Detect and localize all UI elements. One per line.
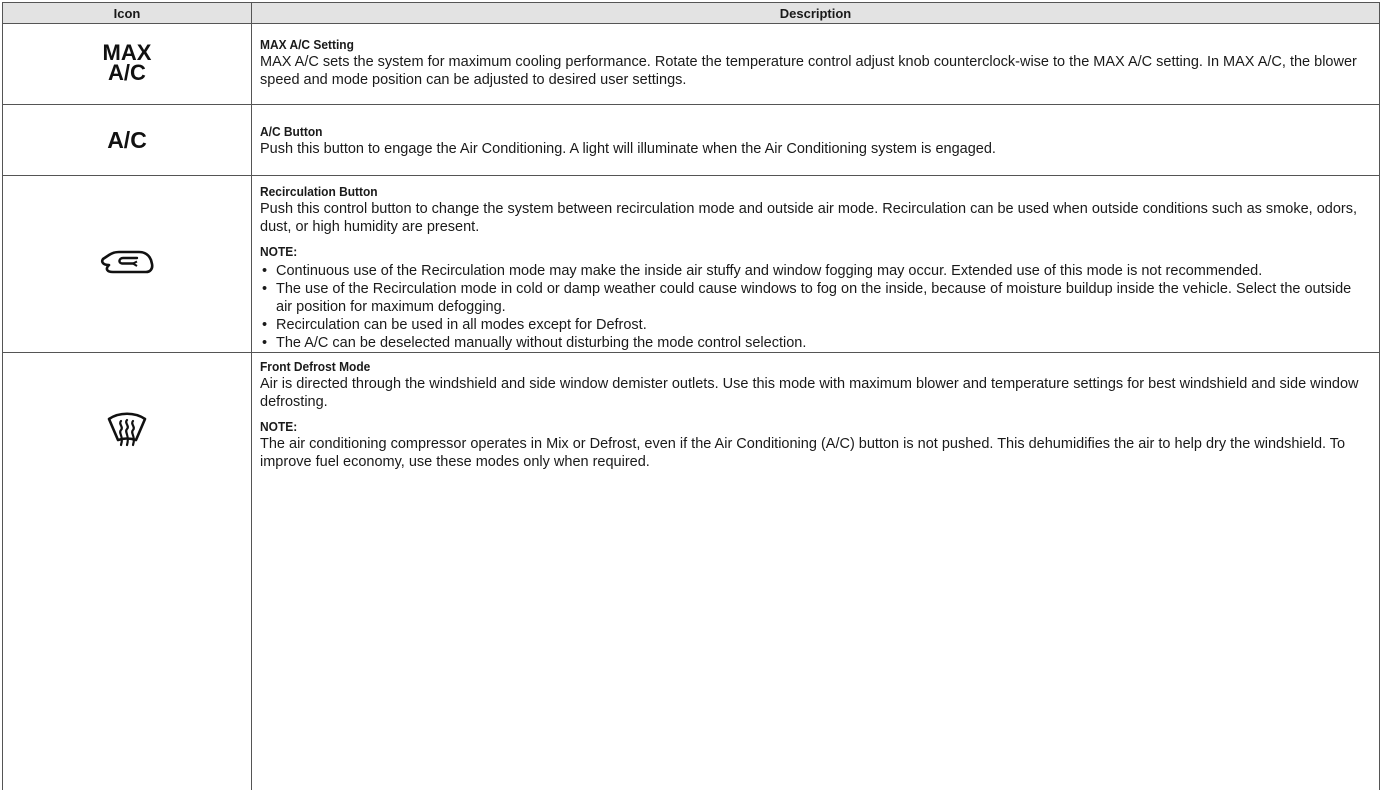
note-label: NOTE: [260, 244, 1280, 260]
table-row: MAX A/C MAX A/C Setting MAX A/C sets the… [3, 24, 1380, 105]
row-text: Air is directed through the windshield a… [260, 375, 1369, 411]
manual-page: Icon Description MAX A/C MAX A/C Setting… [0, 0, 1382, 714]
row-title: Recirculation Button [260, 184, 1280, 200]
row-text: MAX A/C sets the system for maximum cool… [260, 53, 1369, 89]
table-row: A/C A/C Button Push this button to engag… [3, 105, 1380, 176]
note-bullets: Continuous use of the Recirculation mode… [260, 262, 1369, 352]
icon-cell [3, 353, 252, 790]
list-item: Recirculation can be used in all modes e… [260, 316, 1369, 334]
table-header-row: Icon Description [3, 3, 1380, 24]
row-text: Push this control button to change the s… [260, 200, 1369, 236]
icon-column-header: Icon [3, 3, 252, 24]
note-text: The air conditioning compressor operates… [260, 435, 1369, 471]
table-row: Recirculation Button Push this control b… [3, 176, 1380, 353]
recirculation-icon [99, 247, 155, 277]
row-title: MAX A/C Setting [260, 37, 1280, 53]
icon-cell [3, 176, 252, 353]
description-column-header: Description [252, 3, 1380, 24]
ac-icon: A/C [107, 127, 147, 154]
description-cell: Front Defrost Mode Air is directed throu… [252, 353, 1380, 790]
list-item: The A/C can be deselected manually witho… [260, 334, 1369, 352]
description-cell: MAX A/C Setting MAX A/C sets the system … [252, 24, 1380, 105]
icon-cell: A/C [3, 105, 252, 176]
description-cell: Recirculation Button Push this control b… [252, 176, 1380, 353]
row-text: Push this button to engage the Air Condi… [260, 140, 1369, 158]
icon-cell: MAX A/C [3, 24, 252, 105]
list-item: Continuous use of the Recirculation mode… [260, 262, 1369, 280]
row-title: Front Defrost Mode [260, 359, 1280, 375]
front-defrost-icon [105, 407, 149, 449]
table-row: Front Defrost Mode Air is directed throu… [3, 353, 1380, 790]
note-label: NOTE: [260, 419, 1280, 435]
row-title: A/C Button [260, 124, 1280, 140]
description-cell: A/C Button Push this button to engage th… [252, 105, 1380, 176]
max-ac-icon: MAX A/C [103, 43, 152, 83]
climate-controls-table: Icon Description MAX A/C MAX A/C Setting… [2, 2, 1380, 790]
list-item: The use of the Recirculation mode in col… [260, 280, 1369, 316]
